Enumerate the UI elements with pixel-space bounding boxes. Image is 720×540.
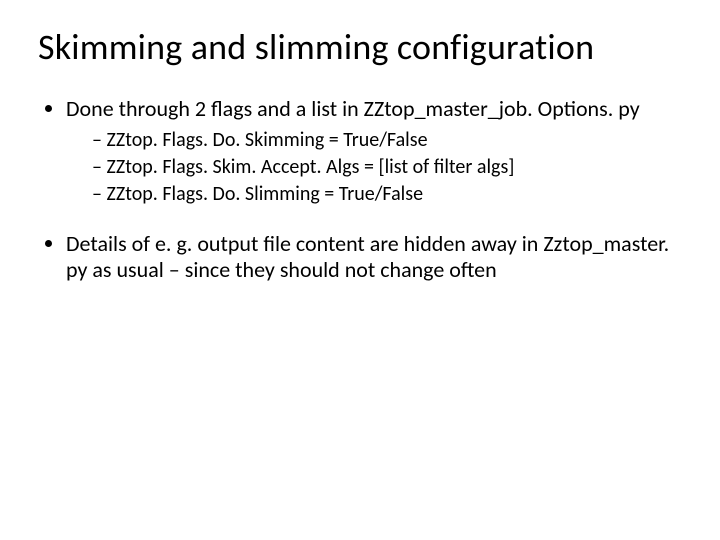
slide-title: Skimming and slimming configuration: [38, 28, 682, 68]
sub-list-item: ZZtop. Flags. Skim. Accept. Algs = [list…: [92, 155, 682, 180]
sub-bullet-list: ZZtop. Flags. Do. Skimming = True/False …: [66, 128, 682, 207]
list-item: Done through 2 flags and a list in ZZtop…: [66, 96, 682, 207]
bullet-text: Done through 2 flags and a list in ZZtop…: [66, 95, 640, 122]
list-item: Details of e. g. output file content are…: [66, 231, 682, 283]
sub-list-item: ZZtop. Flags. Do. Slimming = True/False: [92, 182, 682, 207]
sub-list-item: ZZtop. Flags. Do. Skimming = True/False: [92, 128, 682, 153]
slide: Skimming and slimming configuration Done…: [0, 0, 720, 540]
bullet-text: Details of e. g. output file content are…: [66, 230, 669, 283]
bullet-list: Done through 2 flags and a list in ZZtop…: [38, 96, 682, 283]
